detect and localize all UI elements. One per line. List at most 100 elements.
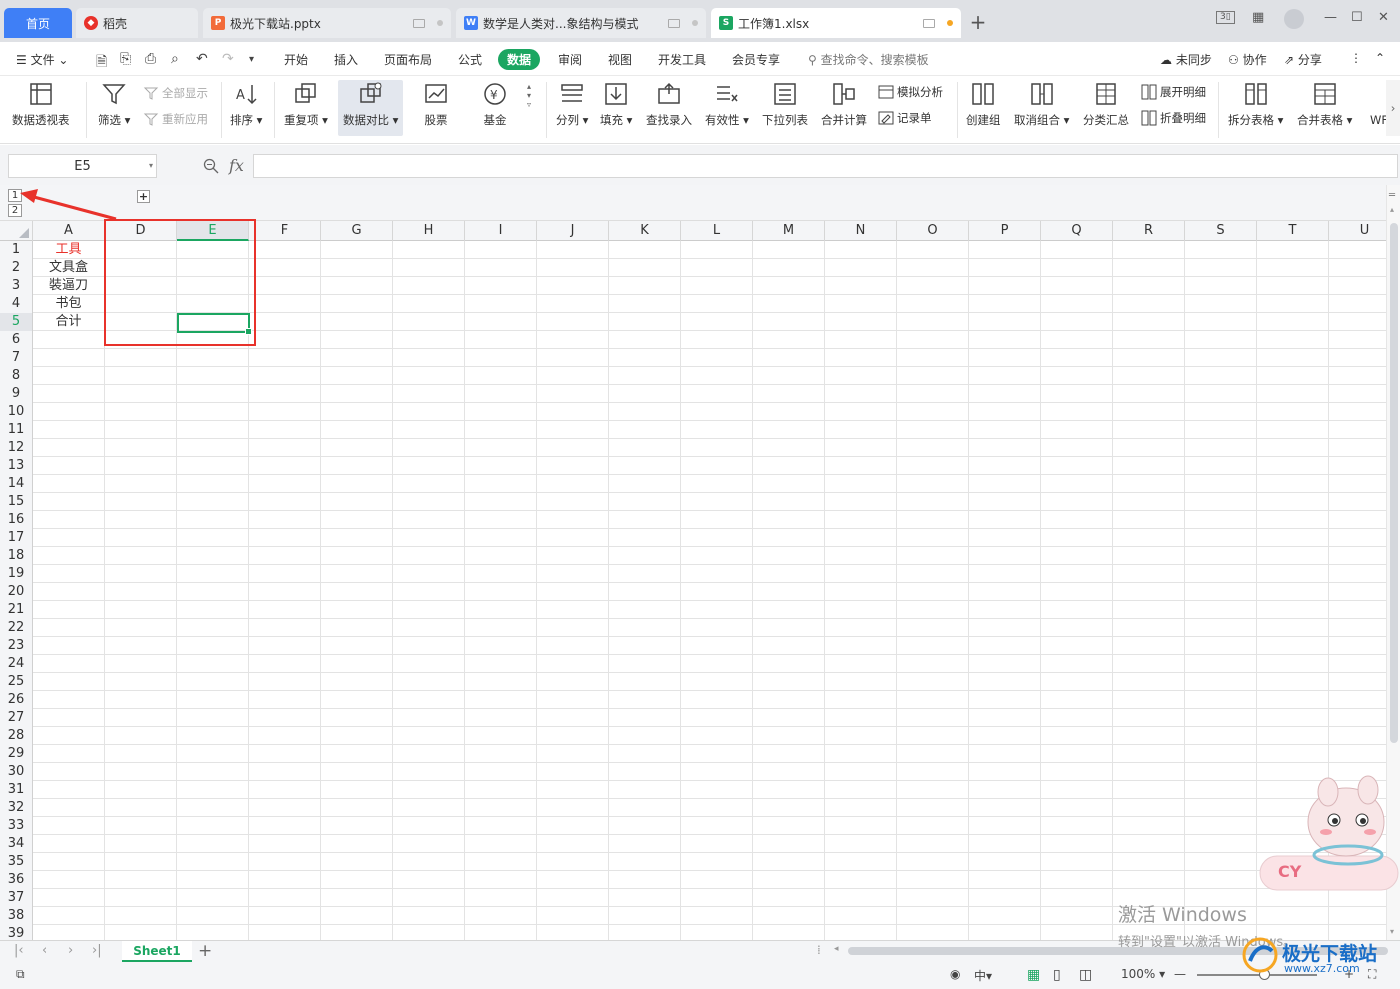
vertical-scroll-thumb[interactable] <box>1390 223 1398 743</box>
cell-k3[interactable] <box>609 277 681 295</box>
row-header-27[interactable]: 27 <box>0 709 33 727</box>
cell-a9[interactable] <box>33 385 105 403</box>
cell-k15[interactable] <box>609 493 681 511</box>
cell-n37[interactable] <box>825 889 897 907</box>
cell-r11[interactable] <box>1113 421 1185 439</box>
pivot-table-button[interactable]: 数据透视表 <box>12 80 70 128</box>
cell-j29[interactable] <box>537 745 609 763</box>
cell-e34[interactable] <box>177 835 249 853</box>
cell-t24[interactable] <box>1257 655 1329 673</box>
cell-j34[interactable] <box>537 835 609 853</box>
stock-button[interactable]: 股票 <box>422 80 450 128</box>
cell-o8[interactable] <box>897 367 969 385</box>
cell-l30[interactable] <box>681 763 753 781</box>
cell-k19[interactable] <box>609 565 681 583</box>
cell-o35[interactable] <box>897 853 969 871</box>
name-box[interactable]: E5 ▾ <box>8 154 157 178</box>
column-header-i[interactable]: I <box>465 221 537 241</box>
cell-s22[interactable] <box>1185 619 1257 637</box>
cell-n5[interactable] <box>825 313 897 331</box>
cell-j13[interactable] <box>537 457 609 475</box>
cell-h10[interactable] <box>393 403 465 421</box>
cell-i34[interactable] <box>465 835 537 853</box>
cell-a8[interactable] <box>33 367 105 385</box>
cell-u22[interactable] <box>1329 619 1386 637</box>
cell-h12[interactable] <box>393 439 465 457</box>
cell-f33[interactable] <box>249 817 321 835</box>
cell-o29[interactable] <box>897 745 969 763</box>
row-header-29[interactable]: 29 <box>0 745 33 763</box>
row-header-6[interactable]: 6 <box>0 331 33 349</box>
cell-g34[interactable] <box>321 835 393 853</box>
cell-g18[interactable] <box>321 547 393 565</box>
cell-u4[interactable] <box>1329 295 1386 313</box>
cell-g30[interactable] <box>321 763 393 781</box>
cell-f3[interactable] <box>249 277 321 295</box>
cell-j39[interactable] <box>537 925 609 940</box>
cell-r28[interactable] <box>1113 727 1185 745</box>
cell-d16[interactable] <box>105 511 177 529</box>
cell-i30[interactable] <box>465 763 537 781</box>
cell-a29[interactable] <box>33 745 105 763</box>
cell-k39[interactable] <box>609 925 681 940</box>
cell-u38[interactable] <box>1329 907 1386 925</box>
cell-t12[interactable] <box>1257 439 1329 457</box>
tab-close-dot-icon[interactable] <box>437 20 443 26</box>
cell-g22[interactable] <box>321 619 393 637</box>
outline-level-2[interactable]: 2 <box>8 204 22 217</box>
row-header-26[interactable]: 26 <box>0 691 33 709</box>
cell-t14[interactable] <box>1257 475 1329 493</box>
cell-m7[interactable] <box>753 349 825 367</box>
row-header-36[interactable]: 36 <box>0 871 33 889</box>
cell-d15[interactable] <box>105 493 177 511</box>
cell-h35[interactable] <box>393 853 465 871</box>
cell-m22[interactable] <box>753 619 825 637</box>
cell-q28[interactable] <box>1041 727 1113 745</box>
cell-t18[interactable] <box>1257 547 1329 565</box>
cell-l24[interactable] <box>681 655 753 673</box>
cell-f8[interactable] <box>249 367 321 385</box>
cell-t7[interactable] <box>1257 349 1329 367</box>
column-header-s[interactable]: S <box>1185 221 1257 241</box>
cell-r12[interactable] <box>1113 439 1185 457</box>
cell-u23[interactable] <box>1329 637 1386 655</box>
cell-g2[interactable] <box>321 259 393 277</box>
cell-i2[interactable] <box>465 259 537 277</box>
cell-a33[interactable] <box>33 817 105 835</box>
cell-p9[interactable] <box>969 385 1041 403</box>
cell-f11[interactable] <box>249 421 321 439</box>
cell-k5[interactable] <box>609 313 681 331</box>
cell-l1[interactable] <box>681 241 753 259</box>
cell-i39[interactable] <box>465 925 537 940</box>
column-header-p[interactable]: P <box>969 221 1041 241</box>
cell-k11[interactable] <box>609 421 681 439</box>
cell-l25[interactable] <box>681 673 753 691</box>
cell-p34[interactable] <box>969 835 1041 853</box>
cell-l18[interactable] <box>681 547 753 565</box>
cell-e26[interactable] <box>177 691 249 709</box>
create-group-button[interactable]: 创建组 <box>966 80 1001 128</box>
cell-u5[interactable] <box>1329 313 1386 331</box>
cell-e28[interactable] <box>177 727 249 745</box>
cell-l36[interactable] <box>681 871 753 889</box>
cell-i31[interactable] <box>465 781 537 799</box>
cell-g7[interactable] <box>321 349 393 367</box>
cell-n21[interactable] <box>825 601 897 619</box>
cell-e9[interactable] <box>177 385 249 403</box>
column-header-h[interactable]: H <box>393 221 465 241</box>
row-header-37[interactable]: 37 <box>0 889 33 907</box>
cell-i10[interactable] <box>465 403 537 421</box>
cell-p35[interactable] <box>969 853 1041 871</box>
cell-f2[interactable] <box>249 259 321 277</box>
cell-p27[interactable] <box>969 709 1041 727</box>
cell-j3[interactable] <box>537 277 609 295</box>
menu-developer[interactable]: 开发工具 <box>658 51 706 68</box>
cell-a26[interactable] <box>33 691 105 709</box>
reapply-button[interactable]: 重新应用 <box>143 111 208 127</box>
cell-s13[interactable] <box>1185 457 1257 475</box>
cell-j21[interactable] <box>537 601 609 619</box>
cell-n9[interactable] <box>825 385 897 403</box>
cell-s28[interactable] <box>1185 727 1257 745</box>
cell-p11[interactable] <box>969 421 1041 439</box>
cell-t13[interactable] <box>1257 457 1329 475</box>
